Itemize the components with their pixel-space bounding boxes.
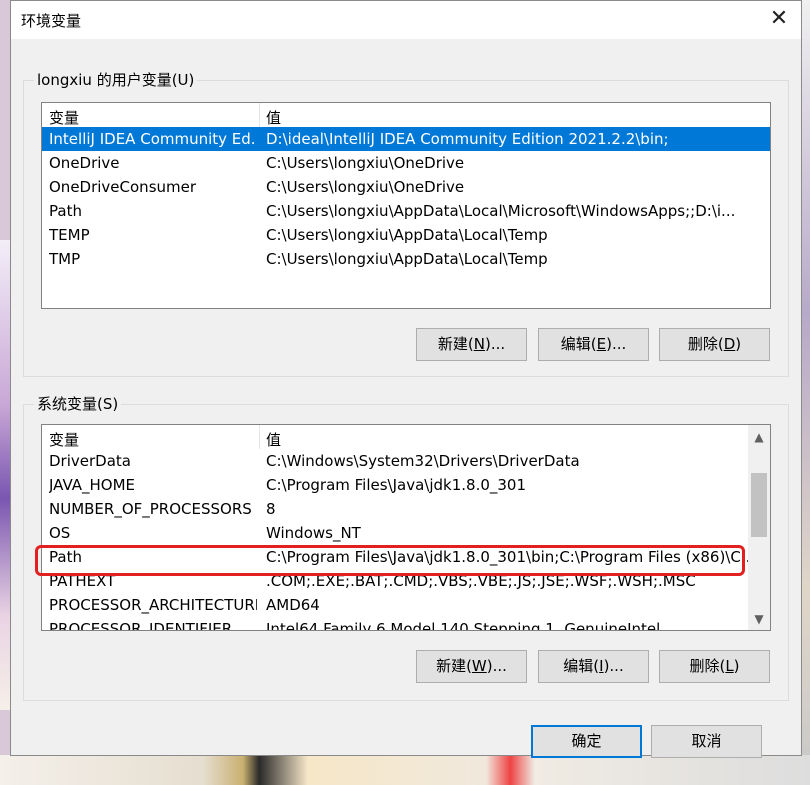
user-variables-list[interactable]: 变量 值 IntelliJ IDEA Community Ed... D:\ide… — [41, 102, 771, 309]
variable-value-cell: C:\Users\longxiu\AppData\Local\Microsoft… — [266, 202, 736, 220]
variable-value-cell: 8 — [266, 500, 276, 518]
ok-button[interactable]: 确定 — [531, 725, 642, 758]
table-row[interactable]: Path C:\Users\longxiu\AppData\Local\Micro… — [42, 199, 770, 223]
environment-variables-dialog: 环境变量 ✕ longxiu 的用户变量(U) 变量 值 IntelliJ ID… — [10, 0, 802, 758]
variable-value-cell: C:\Users\longxiu\AppData\Local\Temp — [266, 250, 548, 268]
column-separator[interactable] — [259, 103, 260, 127]
user-new-button[interactable]: 新建(N)... — [416, 328, 527, 361]
close-icon[interactable]: ✕ — [767, 7, 791, 31]
variable-name-cell: NUMBER_OF_PROCESSORS — [49, 500, 252, 518]
variable-value-cell: Intel64 Family 6 Model 140 Stepping 1, G… — [266, 620, 661, 631]
scrollbar-thumb[interactable] — [751, 473, 767, 537]
desktop-background-right — [802, 0, 810, 785]
user-column-value-header[interactable]: 值 — [266, 107, 281, 128]
user-edit-button[interactable]: 编辑(E)... — [538, 328, 649, 361]
variable-value-cell: C:\Program Files\Java\jdk1.8.0_301 — [266, 476, 527, 494]
table-row[interactable]: IntelliJ IDEA Community Ed... D:\ideal\In… — [42, 127, 770, 151]
table-row[interactable]: NUMBER_OF_PROCESSORS 8 — [42, 497, 770, 521]
dialog-title: 环境变量 — [21, 12, 82, 30]
table-row[interactable]: TMP C:\Users\longxiu\AppData\Local\Temp — [42, 247, 770, 271]
variable-name-cell: IntelliJ IDEA Community Ed... — [49, 130, 257, 148]
variable-name-cell: PROCESSOR_ARCHITECTURE — [49, 596, 257, 614]
system-list-scrollbar[interactable]: ▲ ▼ — [748, 425, 770, 630]
variable-name-cell: TMP — [49, 250, 81, 268]
variable-value-cell: AMD64 — [266, 596, 320, 614]
table-row[interactable]: OS Windows_NT — [42, 521, 770, 545]
desktop-background-left — [0, 240, 10, 710]
system-column-value-header[interactable]: 值 — [266, 429, 281, 450]
title-bar: 环境变量 ✕ — [11, 1, 801, 39]
system-delete-button[interactable]: 删除(L) — [659, 650, 770, 683]
variable-value-cell: C:\Users\longxiu\OneDrive — [266, 178, 465, 196]
system-column-name-header[interactable]: 变量 — [49, 429, 79, 450]
system-variables-list[interactable]: 变量 值 DriverData C:\Windows\System32\Drive… — [41, 424, 771, 631]
path-highlight-annotation — [35, 545, 745, 576]
column-separator[interactable] — [259, 425, 260, 449]
table-row[interactable]: JAVA_HOME C:\Program Files\Java\jdk1.8.0_… — [42, 473, 770, 497]
scroll-down-icon[interactable]: ▼ — [748, 609, 770, 629]
scroll-up-icon[interactable]: ▲ — [748, 427, 770, 447]
variable-name-cell: Path — [49, 202, 82, 220]
system-edit-button[interactable]: 编辑(I)... — [538, 650, 649, 683]
variable-name-cell: OneDriveConsumer — [49, 178, 197, 196]
table-row[interactable]: DriverData C:\Windows\System32\Drivers\Dr… — [42, 449, 770, 473]
variable-value-cell: C:\Users\longxiu\OneDrive — [266, 154, 465, 172]
desktop-background-bottom — [0, 755, 810, 785]
table-row[interactable]: PROCESSOR_ARCHITECTURE AMD64 — [42, 593, 770, 617]
system-new-button[interactable]: 新建(W)... — [416, 650, 527, 683]
system-variables-label: 系统变量(S) — [34, 393, 122, 414]
user-variables-label: longxiu 的用户变量(U) — [34, 69, 198, 90]
cancel-button[interactable]: 取消 — [651, 725, 762, 758]
user-delete-button[interactable]: 删除(D) — [659, 328, 770, 361]
variable-name-cell: DriverData — [49, 452, 131, 470]
table-row[interactable]: OneDrive C:\Users\longxiu\OneDrive — [42, 151, 770, 175]
variable-name-cell: TEMP — [49, 226, 90, 244]
variable-name-cell: OS — [49, 524, 71, 542]
system-list-header: 变量 值 — [42, 425, 770, 449]
table-row[interactable]: OneDriveConsumer C:\Users\longxiu\OneDriv… — [42, 175, 770, 199]
variable-value-cell: D:\ideal\IntelliJ IDEA Community Edition… — [266, 130, 669, 148]
user-list-header: 变量 值 — [42, 103, 770, 127]
table-row[interactable]: PROCESSOR_IDENTIFIER Intel64 Family 6 Mod… — [42, 617, 770, 631]
variable-value-cell: C:\Windows\System32\Drivers\DriverData — [266, 452, 580, 470]
variable-value-cell: Windows_NT — [266, 524, 361, 542]
variable-name-cell: JAVA_HOME — [49, 476, 136, 494]
user-column-name-header[interactable]: 变量 — [49, 107, 79, 128]
variable-name-cell: PROCESSOR_IDENTIFIER — [49, 620, 233, 631]
variable-name-cell: OneDrive — [49, 154, 120, 172]
table-row[interactable]: TEMP C:\Users\longxiu\AppData\Local\Temp — [42, 223, 770, 247]
variable-value-cell: C:\Users\longxiu\AppData\Local\Temp — [266, 226, 548, 244]
